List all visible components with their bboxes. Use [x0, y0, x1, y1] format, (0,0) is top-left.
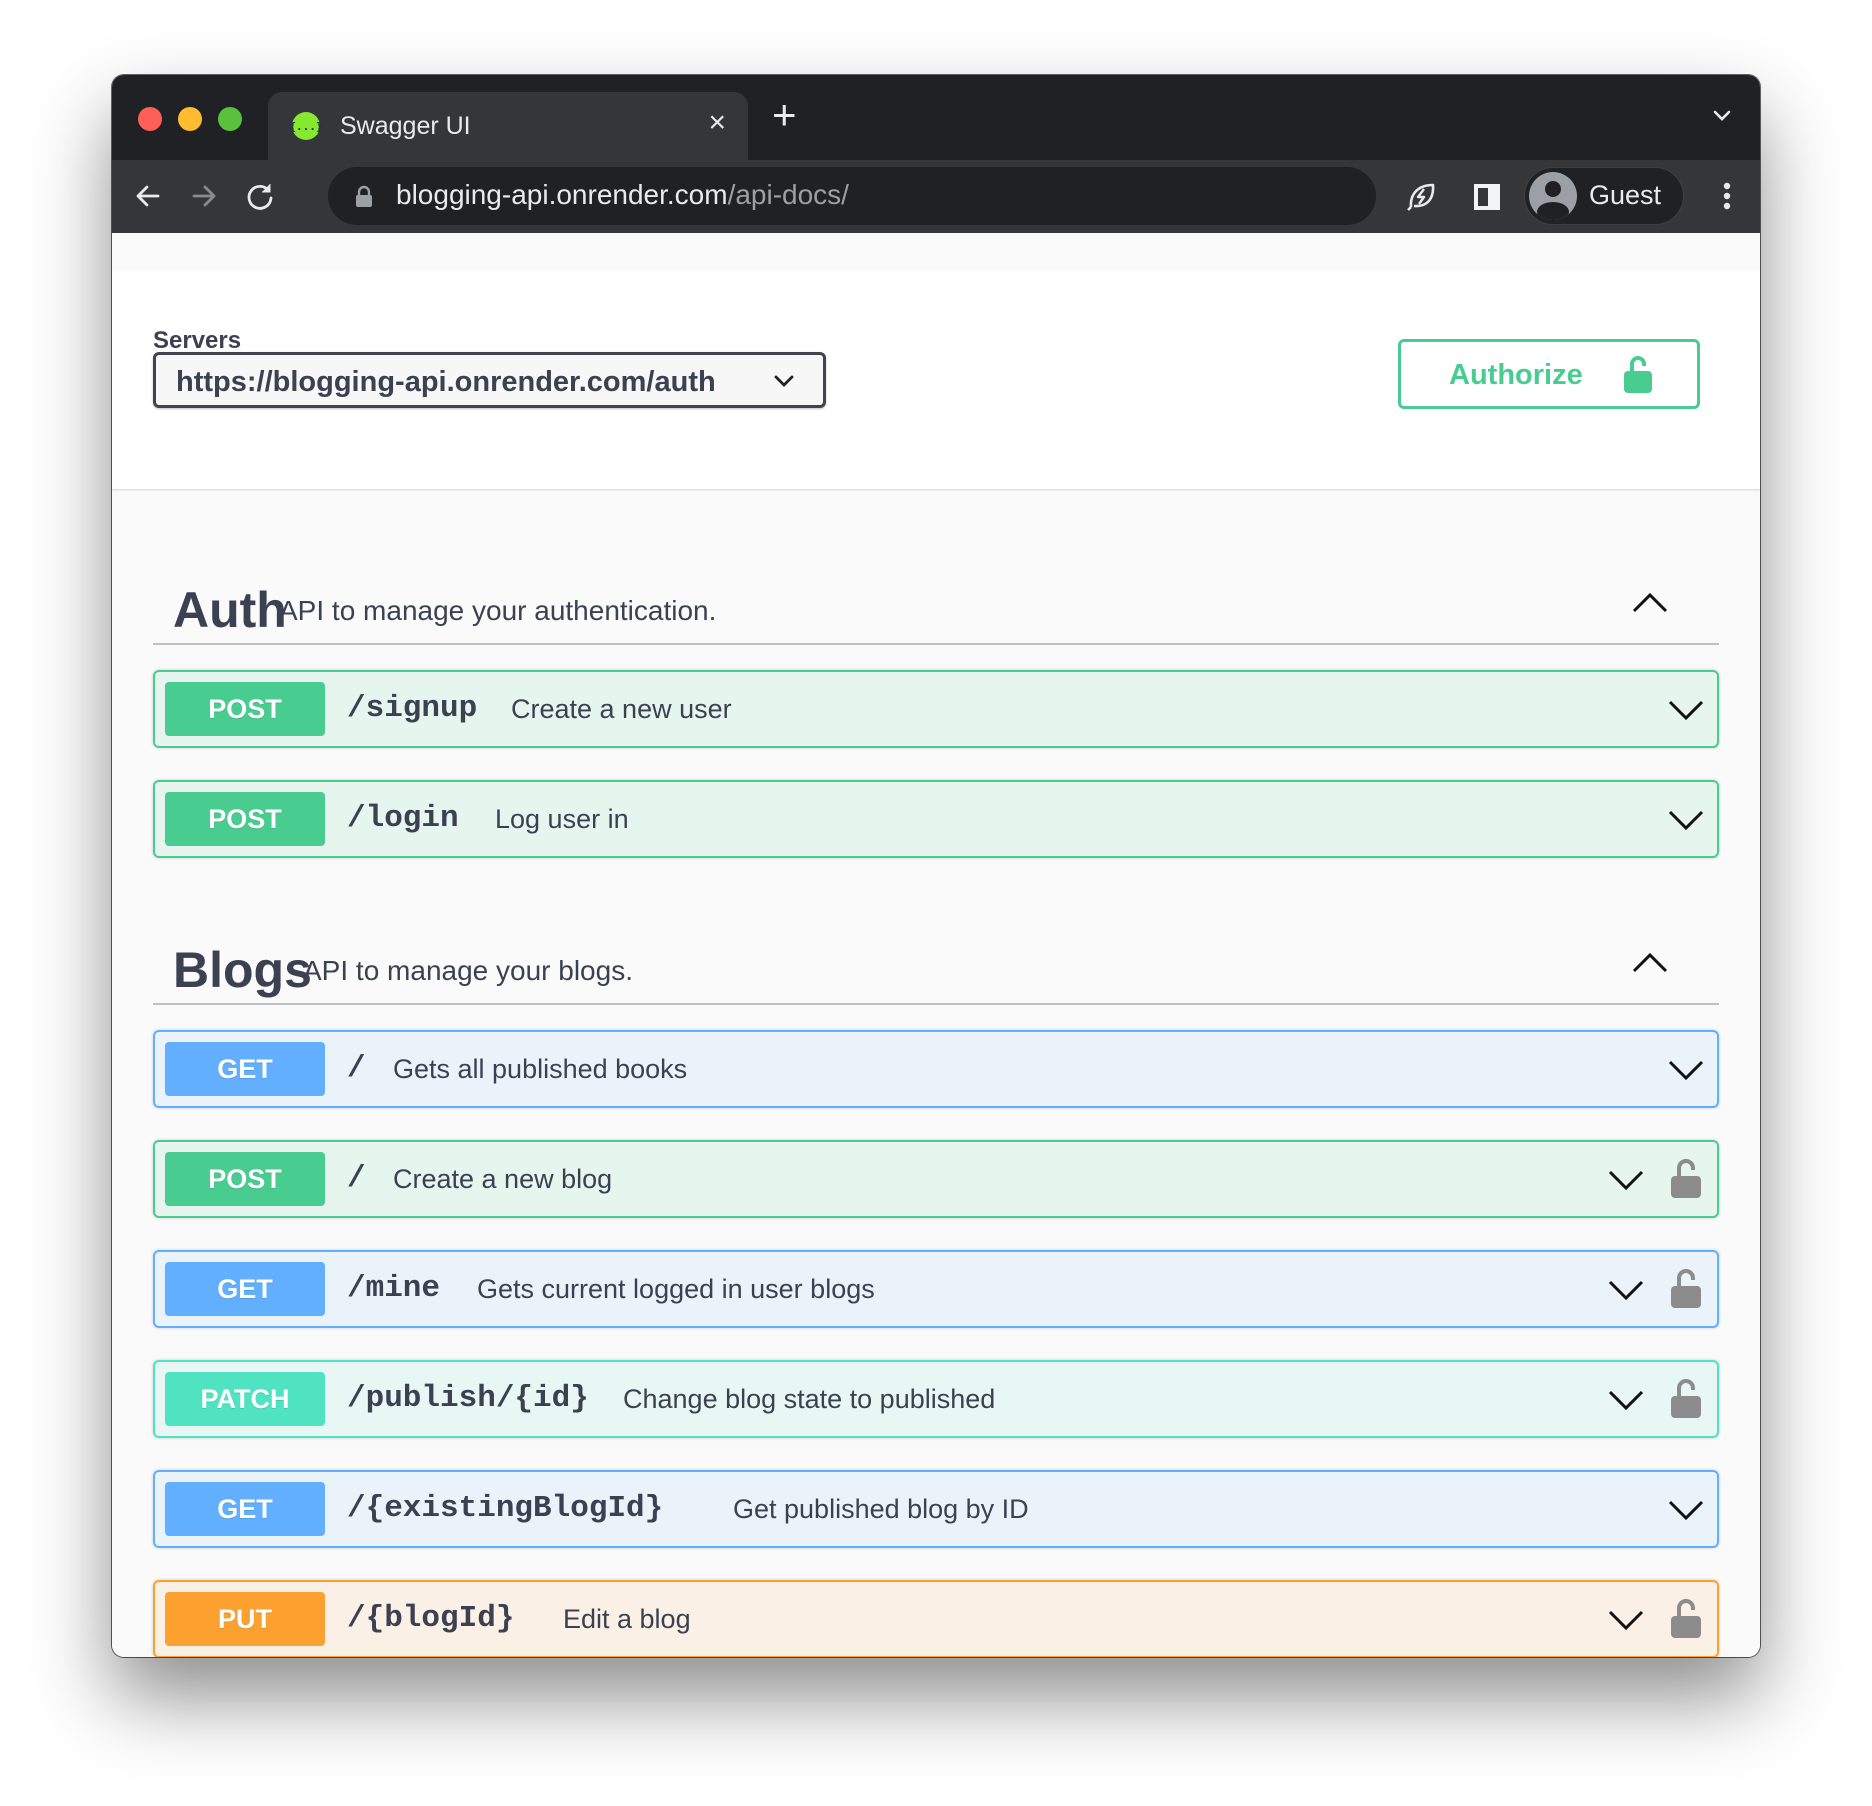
method-badge: GET [165, 1262, 325, 1316]
operation-row[interactable]: POST/signup Create a new user [153, 670, 1719, 748]
operation-row[interactable]: POST / Create a new blog [153, 1140, 1719, 1218]
swagger-favicon-icon: {...} [289, 112, 323, 140]
operation-path: / [347, 1161, 366, 1196]
chevron-down-icon[interactable] [1607, 1278, 1645, 1302]
operation-path: /{existingBlogId} [347, 1491, 664, 1526]
section-header-blogs[interactable]: Blogs API to manage your blogs. [153, 925, 1719, 1005]
forward-arrow-icon[interactable] [184, 176, 224, 216]
operation-path: / [347, 1051, 366, 1086]
operation-summary: Create a new blog [393, 1164, 613, 1194]
new-tab-button[interactable]: + [772, 91, 797, 139]
tab-search-chevron-icon[interactable] [1708, 101, 1736, 129]
method-badge: PATCH [165, 1372, 325, 1426]
servers-select[interactable]: https://blogging-api.onrender.com/auth [153, 352, 826, 408]
operation-summary: Gets all published books [393, 1054, 688, 1084]
operation-path: /login [347, 801, 459, 836]
operation-path: /signup [347, 691, 478, 726]
operation-summary: Log user in [495, 804, 629, 834]
more-menu-icon[interactable] [1712, 176, 1742, 216]
side-panel-icon[interactable] [1466, 176, 1506, 216]
operation-row[interactable]: GET / Gets all published books [153, 1030, 1719, 1108]
energy-saver-leaf-icon[interactable] [1402, 176, 1442, 216]
operation-summary: Create a new user [511, 694, 732, 724]
chevron-down-icon[interactable] [1607, 1608, 1645, 1632]
operation-row[interactable]: PATCH/publish/{id} Change blog state to p… [153, 1360, 1719, 1438]
browser-toolbar: blogging-api.onrender.com/api-docs/ Gues… [112, 160, 1760, 233]
unlocked-icon [1624, 356, 1652, 393]
unlocked-icon[interactable] [1671, 1598, 1701, 1638]
operation-summary: Edit a blog [563, 1604, 691, 1634]
tab-title: Swagger UI [340, 112, 471, 140]
lock-icon [356, 185, 372, 207]
method-badge: PUT [165, 1592, 325, 1646]
close-window-button[interactable] [138, 107, 162, 131]
reload-icon[interactable] [240, 176, 280, 216]
back-arrow-icon[interactable] [128, 176, 168, 216]
operation-summary: Change blog state to published [623, 1384, 996, 1414]
swagger-page: Servers https://blogging-api.onrender.co… [112, 233, 1760, 1657]
operation-path: /publish/{id} [347, 1381, 589, 1416]
method-badge: POST [165, 792, 325, 846]
chevron-down-icon [774, 375, 794, 387]
operation-row[interactable]: PUT /{blogId} Edit a blog [153, 1580, 1719, 1657]
chevron-down-icon[interactable] [1667, 698, 1705, 722]
method-badge: POST [165, 1152, 325, 1206]
chevron-down-icon[interactable] [1667, 1498, 1705, 1522]
chevron-up-icon[interactable] [1631, 951, 1669, 975]
url-text: blogging-api.onrender.com/api-docs/ [396, 179, 849, 211]
tab-swagger-ui[interactable]: {...} Swagger UI × [268, 92, 748, 160]
authorize-button[interactable]: Authorize [1398, 339, 1700, 409]
guest-avatar-icon [1529, 172, 1577, 220]
section-description: API to manage your authentication. [279, 595, 717, 626]
chevron-down-icon[interactable] [1607, 1168, 1645, 1192]
operation-row[interactable]: GET /{existingBlogId} Get published blog b… [153, 1470, 1719, 1548]
section-title: Auth [173, 582, 287, 638]
section-description: API to manage your blogs. [303, 955, 633, 986]
operation-row[interactable]: GET/mine Gets current logged in user blog… [153, 1250, 1719, 1328]
unlocked-icon[interactable] [1671, 1268, 1701, 1308]
profile-button[interactable]: Guest [1524, 167, 1684, 225]
unlocked-icon[interactable] [1671, 1158, 1701, 1198]
method-badge: GET [165, 1482, 325, 1536]
tab-strip: {...} Swagger UI × + [112, 75, 1760, 160]
unlocked-icon[interactable] [1671, 1378, 1701, 1418]
scheme-container: Servers https://blogging-api.onrender.co… [112, 270, 1760, 489]
servers-label: Servers [153, 327, 242, 354]
servers-selected-value: https://blogging-api.onrender.com/auth [176, 366, 716, 398]
section-header-auth[interactable]: Auth API to manage your authentication. [153, 565, 1719, 645]
address-bar[interactable]: blogging-api.onrender.com/api-docs/ [328, 167, 1376, 225]
chevron-down-icon[interactable] [1607, 1388, 1645, 1412]
browser-window: {...} Swagger UI × + blogging-api.onrend… [112, 75, 1760, 1657]
maximize-window-button[interactable] [218, 107, 242, 131]
tab-close-button[interactable]: × [708, 106, 726, 140]
minimize-window-button[interactable] [178, 107, 202, 131]
url-host: blogging-api.onrender.com [396, 179, 728, 210]
authorize-label: Authorize [1449, 359, 1583, 391]
operation-summary: Gets current logged in user blogs [477, 1274, 875, 1304]
chevron-down-icon[interactable] [1667, 808, 1705, 832]
operation-path: /{blogId} [347, 1601, 515, 1636]
operation-summary: Get published blog by ID [733, 1494, 1029, 1524]
chevron-down-icon[interactable] [1667, 1058, 1705, 1082]
section-title: Blogs [173, 942, 312, 998]
method-badge: POST [165, 682, 325, 736]
operation-path: /mine [347, 1271, 441, 1306]
url-path: /api-docs/ [727, 179, 849, 210]
profile-name: Guest [1589, 180, 1662, 210]
method-badge: GET [165, 1042, 325, 1096]
chevron-up-icon[interactable] [1631, 591, 1669, 615]
top-band [112, 233, 1760, 270]
operation-row[interactable]: POST/login Log user in [153, 780, 1719, 858]
